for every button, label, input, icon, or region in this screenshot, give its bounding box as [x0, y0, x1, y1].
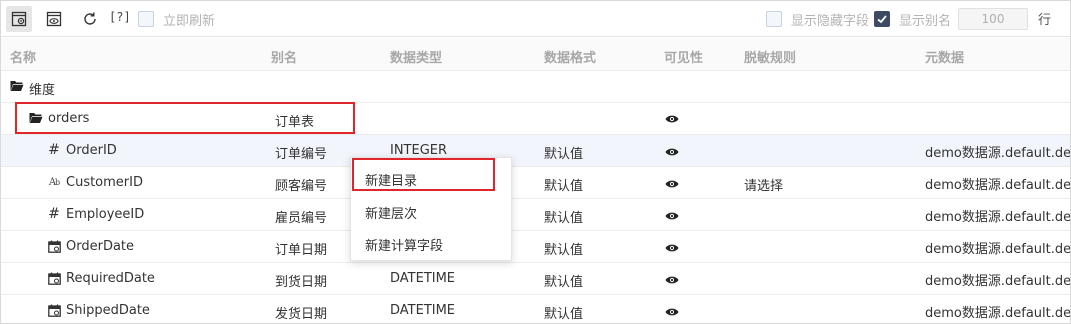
field-format[interactable]: 默认值 — [544, 175, 583, 194]
tree-root-row[interactable]: 维度 — [1, 71, 1070, 103]
checkmark-icon — [877, 15, 887, 24]
field-name: OrderDate — [66, 239, 135, 254]
column-header-data-type[interactable]: 数据类型 — [390, 47, 442, 66]
calendar-icon — [46, 270, 62, 286]
preview-icon — [46, 11, 62, 27]
field-metadata: demo数据源.default.default — [925, 274, 1071, 289]
field-alias[interactable]: 到货日期 — [275, 271, 327, 290]
visible-eye-icon[interactable] — [664, 144, 680, 160]
table-row[interactable]: RequiredDate 到货日期 DATETIME 默认值 demo数据源.d… — [1, 263, 1071, 295]
hash-icon: # — [48, 206, 60, 222]
field-format[interactable]: 默认值 — [544, 143, 583, 162]
help-link[interactable]: [?] — [109, 10, 131, 24]
column-header-masking[interactable]: 脱敏规则 — [744, 47, 796, 66]
table-row[interactable]: OrderDate 订单日期 默认值 demo数据源.default.defau… — [1, 231, 1071, 263]
window-settings-icon — [11, 11, 27, 27]
column-header-visibility[interactable]: 可见性 — [664, 47, 703, 66]
menu-item-new-calculated-field[interactable]: 新建计算字段 — [365, 235, 443, 254]
calendar-icon — [46, 238, 62, 254]
hash-icon: # — [48, 142, 60, 158]
column-header-alias[interactable]: 别名 — [271, 47, 297, 66]
field-alias[interactable]: 发货日期 — [275, 303, 327, 322]
visible-eye-icon[interactable] — [664, 304, 680, 320]
refresh-now-checkbox[interactable] — [138, 11, 154, 27]
dataset-field-panel: [?] 立即刷新 显示隐藏字段 显示别名 100 行 名称 别名 数据类型 数据… — [0, 0, 1071, 324]
show-alias-checkbox[interactable] — [874, 11, 890, 27]
field-metadata: demo数据源.default.default — [925, 242, 1071, 257]
calendar-icon — [46, 302, 62, 318]
table-row[interactable]: Ab CustomerID 顾客编号 默认值 请选择 demo数据源.defau… — [1, 167, 1071, 199]
refresh-icon — [84, 12, 96, 25]
field-name: EmployeeID — [66, 207, 145, 222]
text-icon: Ab — [48, 176, 60, 188]
field-name: ShippedDate — [66, 303, 150, 318]
table-row[interactable]: # EmployeeID 雇员编号 默认值 demo数据源.default.de… — [1, 199, 1071, 231]
menu-item-new-hierarchy[interactable]: 新建层次 — [365, 203, 417, 222]
row-count-input[interactable]: 100 — [958, 8, 1028, 30]
visible-eye-icon[interactable] — [664, 272, 680, 288]
show-alias-label: 显示别名 — [899, 14, 952, 29]
field-alias[interactable]: 订单日期 — [275, 239, 327, 258]
column-header-data-format[interactable]: 数据格式 — [544, 47, 596, 66]
field-format[interactable]: 默认值 — [544, 303, 583, 322]
field-data-type[interactable]: DATETIME — [390, 271, 455, 286]
show-hidden-fields-label: 显示隐藏字段 — [791, 14, 870, 29]
field-data-type[interactable]: DATETIME — [390, 303, 455, 318]
column-header-metadata[interactable]: 元数据 — [925, 47, 964, 66]
toolbar: [?] 立即刷新 显示隐藏字段 显示别名 100 行 — [1, 1, 1070, 37]
table-header: 名称 别名 数据类型 数据格式 可见性 脱敏规则 元数据 — [1, 38, 1070, 71]
field-metadata: demo数据源.default.default — [925, 178, 1071, 193]
field-metadata: demo数据源.default.default — [925, 306, 1071, 321]
field-alias[interactable]: 订单编号 — [275, 143, 327, 162]
field-format[interactable]: 默认值 — [544, 271, 583, 290]
highlight-box-orders — [15, 102, 355, 134]
visible-eye-icon[interactable] — [664, 111, 680, 127]
field-format[interactable]: 默认值 — [544, 239, 583, 258]
field-format[interactable]: 默认值 — [544, 207, 583, 226]
table-row[interactable]: ShippedDate 发货日期 DATETIME 默认值 demo数据源.de… — [1, 295, 1071, 323]
masking-rule-select[interactable]: 请选择 — [744, 175, 783, 194]
tree-root-label: 维度 — [29, 83, 56, 98]
visible-eye-icon[interactable] — [664, 208, 680, 224]
column-header-name[interactable]: 名称 — [10, 47, 36, 66]
field-settings-button[interactable] — [6, 6, 32, 32]
refresh-now-label: 立即刷新 — [163, 14, 216, 29]
highlight-box-new-folder — [352, 158, 495, 191]
visible-eye-icon[interactable] — [664, 176, 680, 192]
field-alias[interactable]: 顾客编号 — [275, 175, 327, 194]
row-unit-label: 行 — [1038, 13, 1052, 28]
refresh-button[interactable] — [77, 6, 103, 32]
field-name: CustomerID — [66, 175, 143, 190]
visible-eye-icon[interactable] — [664, 240, 680, 256]
field-metadata: demo数据源.default.default — [925, 146, 1071, 161]
folder-open-icon — [9, 78, 25, 94]
field-alias[interactable]: 雇员编号 — [275, 207, 327, 226]
field-data-type[interactable]: INTEGER — [390, 143, 447, 158]
show-hidden-fields-checkbox[interactable] — [766, 11, 782, 27]
field-name: RequiredDate — [66, 271, 155, 286]
field-metadata: demo数据源.default.default — [925, 210, 1071, 225]
table-row[interactable]: # OrderID 订单编号 INTEGER 默认值 demo数据源.defau… — [1, 135, 1071, 167]
field-name: OrderID — [66, 143, 117, 158]
preview-button[interactable] — [41, 6, 67, 32]
